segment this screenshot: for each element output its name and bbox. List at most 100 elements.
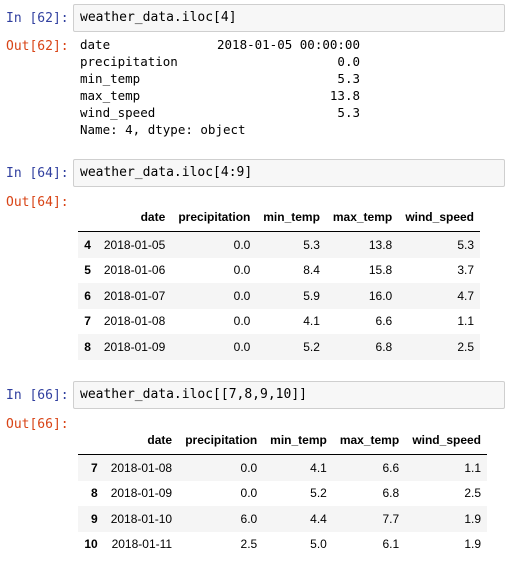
- column-header: max_temp: [332, 426, 406, 455]
- row-index: 7: [84, 314, 91, 329]
- table-cell: 2.5: [240, 537, 258, 552]
- index-header: [78, 426, 104, 455]
- table-row: 7 2018-01-08 0.0 4.1 6.6 1.1: [78, 454, 487, 481]
- table-cell: 6.8: [375, 339, 393, 354]
- column-header: min_temp: [263, 426, 333, 455]
- table-row: 8 2018-01-09 0.0 5.2 6.8 2.5: [78, 334, 480, 360]
- index-header: [78, 203, 97, 232]
- series-value: 0.0: [337, 54, 360, 69]
- series-line: date 2018-01-05 00:00:00: [80, 36, 360, 53]
- table-row: 6 2018-01-07 0.0 5.9 16.0 4.7: [78, 283, 480, 309]
- table-header-row: date precipitation min_temp max_temp wind_sp…: [78, 203, 480, 232]
- table-cell: 0.0: [233, 288, 251, 303]
- code-input[interactable]: weather_data.iloc[4]: [73, 4, 505, 32]
- table-cell: 0.0: [233, 314, 251, 329]
- table-cell: 1.9: [464, 537, 481, 552]
- column-header: max_temp: [325, 203, 399, 232]
- row-index: 5: [84, 263, 91, 278]
- table-cell: 7.7: [382, 511, 400, 526]
- code-text[interactable]: weather_data.iloc[4]: [80, 10, 237, 25]
- table-cell: 2018-01-08: [103, 314, 166, 329]
- table-cell: 6.8: [382, 486, 400, 501]
- row-index: 7: [91, 460, 98, 475]
- column-header: precipitation: [178, 426, 264, 455]
- table-cell: 1.1: [464, 460, 481, 475]
- table-cell: 15.8: [368, 263, 393, 278]
- series-line: precipitation 0.0: [80, 53, 360, 70]
- table-cell: 0.0: [233, 237, 251, 252]
- row-index: 6: [84, 288, 91, 303]
- table-row: 9 2018-01-10 6.0 4.4 7.7 1.9: [78, 506, 487, 532]
- column-header: date: [103, 426, 179, 455]
- input-prompt: In [66]:: [6, 388, 69, 403]
- table-row: 7 2018-01-08 0.0 4.1 6.6 1.1: [78, 309, 480, 335]
- table-cell: 2018-01-09: [110, 486, 173, 501]
- series-key: max_temp: [80, 88, 141, 103]
- table-cell: 2018-01-07: [103, 288, 166, 303]
- table-cell: 16.0: [368, 288, 393, 303]
- input-prompt: In [64]:: [6, 166, 69, 181]
- column-header: wind_speed: [405, 426, 487, 455]
- table-header-row: date precipitation min_temp max_temp wind_sp…: [78, 426, 487, 455]
- table-cell: 5.3: [457, 237, 474, 252]
- table-cell: 6.1: [382, 537, 400, 552]
- series-footer: Name: 4, dtype: object: [80, 122, 246, 137]
- column-header: wind_speed: [398, 203, 480, 232]
- series-line: wind_speed 5.3: [80, 104, 360, 121]
- notebook-cell-62: In [62]: weather_data.iloc[4] Out[62]: d…: [0, 0, 505, 150]
- dataframe-table: date precipitation min_temp max_temp wind_sp…: [78, 203, 480, 360]
- table-cell: 5.0: [310, 537, 327, 552]
- table-cell: 8.4: [303, 263, 320, 278]
- output-prompt: Out[66]:: [6, 417, 69, 432]
- series-value: 13.8: [329, 88, 360, 103]
- column-header: precipitation: [171, 203, 257, 232]
- table-cell: 2018-01-06: [103, 263, 166, 278]
- row-index: 10: [84, 537, 98, 552]
- table-cell: 6.0: [240, 511, 258, 526]
- input-prompt: In [62]:: [6, 11, 69, 26]
- table-cell: 2.5: [464, 486, 481, 501]
- output-prompt: Out[62]:: [6, 39, 69, 54]
- code-input[interactable]: weather_data.iloc[[7,8,9,10]]: [73, 381, 505, 409]
- series-line: max_temp 13.8: [80, 87, 360, 104]
- output-prompt: Out[64]:: [6, 195, 69, 210]
- table-cell: 5.3: [303, 237, 320, 252]
- code-text[interactable]: weather_data.iloc[[7,8,9,10]]: [80, 387, 307, 402]
- code-text[interactable]: weather_data.iloc[4:9]: [80, 165, 252, 180]
- row-index: 9: [91, 511, 98, 526]
- series-key: precipitation: [80, 54, 178, 69]
- table-cell: 2018-01-05: [103, 237, 166, 252]
- row-index: 8: [84, 339, 91, 354]
- series-output: date 2018-01-05 00:00:00 precipitation 0.0 m…: [80, 36, 360, 138]
- series-key: date: [80, 37, 111, 52]
- table-cell: 6.6: [382, 460, 400, 475]
- table-cell: 5.2: [310, 486, 327, 501]
- table-cell: 0.0: [240, 486, 258, 501]
- table-cell: 6.6: [375, 314, 393, 329]
- table-cell: 4.1: [310, 460, 327, 475]
- table-cell: 2.5: [457, 339, 474, 354]
- table-cell: 0.0: [233, 263, 251, 278]
- column-header: min_temp: [256, 203, 326, 232]
- table-cell: 3.7: [457, 263, 474, 278]
- series-line: min_temp 5.3: [80, 70, 360, 87]
- notebook-cell-66: In [66]: weather_data.iloc[[7,8,9,10]] O…: [0, 380, 505, 568]
- table-cell: 0.0: [233, 339, 251, 354]
- table-row: 10 2018-01-11 2.5 5.0 6.1 1.9: [78, 532, 487, 558]
- table-cell: 2018-01-10: [110, 511, 173, 526]
- table-cell: 4.4: [310, 511, 327, 526]
- table-cell: 2018-01-09: [103, 339, 166, 354]
- series-value: 5.3: [337, 71, 360, 86]
- series-value: 5.3: [337, 105, 360, 120]
- row-index: 4: [84, 237, 91, 252]
- table-row: 8 2018-01-09 0.0 5.2 6.8 2.5: [78, 481, 487, 507]
- table-cell: 4.7: [457, 288, 474, 303]
- table-cell: 0.0: [240, 460, 258, 475]
- table-cell: 5.2: [303, 339, 320, 354]
- table-cell: 1.1: [457, 314, 474, 329]
- table-cell: 2018-01-08: [110, 460, 173, 475]
- dataframe-table: date precipitation min_temp max_temp wind_sp…: [78, 426, 487, 557]
- code-input[interactable]: weather_data.iloc[4:9]: [73, 159, 505, 187]
- notebook-cell-64: In [64]: weather_data.iloc[4:9] Out[64]:…: [0, 158, 505, 373]
- table-cell: 4.1: [303, 314, 320, 329]
